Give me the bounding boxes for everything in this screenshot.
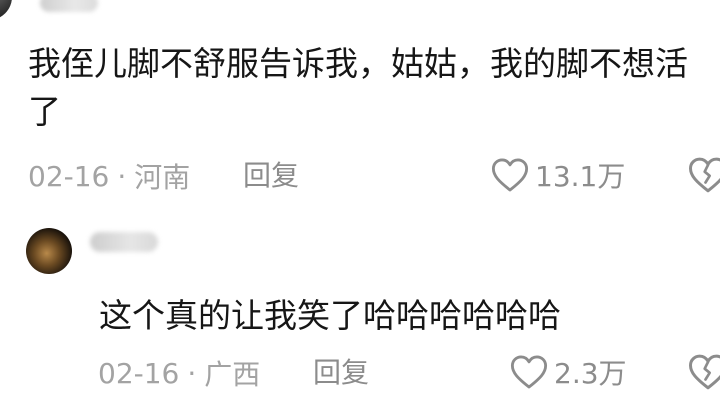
like-button[interactable]: 2.3万 [510, 353, 627, 391]
comment-location: 广西 [204, 358, 261, 391]
avatar[interactable] [26, 228, 72, 274]
like-count: 13.1万 [535, 160, 626, 193]
heart-outline-icon [491, 158, 529, 192]
comment-date: 02-16 [28, 159, 110, 193]
username-blurred[interactable] [40, 0, 98, 12]
comment-text: 这个真的让我笑了哈哈哈哈哈哈 [99, 296, 561, 335]
dislike-button[interactable] [688, 156, 720, 194]
reply-button[interactable]: 回复 [313, 355, 369, 391]
comment-text: 我侄儿脚不舒服告诉我，姑姑，我的脚不想活了 [28, 44, 688, 131]
meta-separator: · [117, 159, 127, 193]
comment-location: 河南 [134, 161, 191, 194]
broken-heart-icon [689, 157, 720, 193]
meta-separator: · [187, 356, 197, 390]
broken-heart-icon [689, 354, 720, 390]
reply-button[interactable]: 回复 [243, 158, 299, 194]
like-button[interactable]: 13.1万 [491, 156, 625, 194]
avatar[interactable] [0, 0, 12, 20]
heart-outline-icon [510, 355, 548, 389]
like-count: 2.3万 [554, 357, 627, 390]
comment-list: 我侄儿脚不舒服告诉我，姑姑，我的脚不想活了 02-16 · 河南 回复 13.1… [0, 0, 720, 405]
comment-date: 02-16 [98, 356, 180, 390]
username-blurred[interactable] [90, 232, 158, 252]
comment-meta: 02-16 · 河南 [28, 158, 191, 195]
comment-meta: 02-16 · 广西 [98, 355, 261, 392]
dislike-button[interactable] [688, 353, 720, 391]
